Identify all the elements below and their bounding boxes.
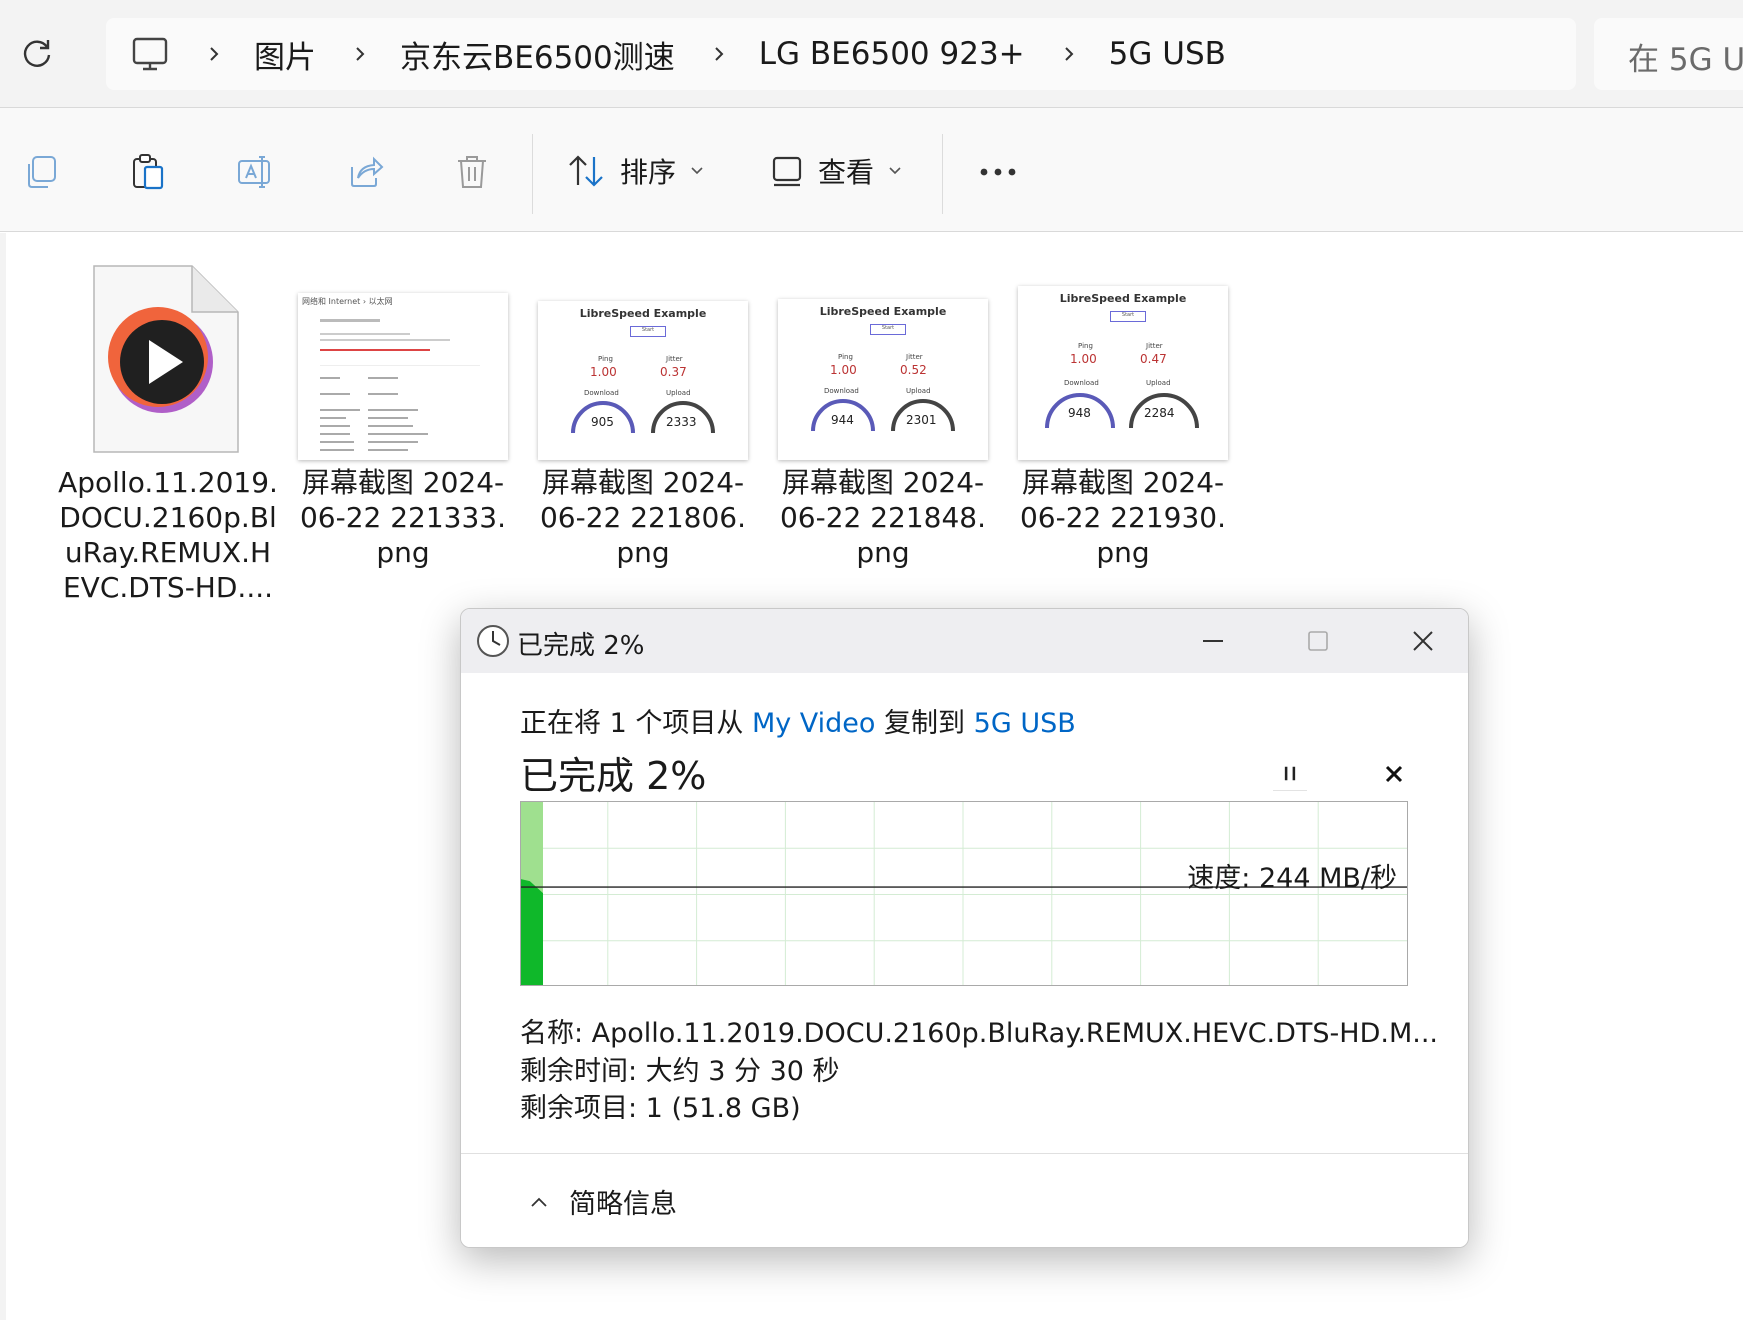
dialog-title-bar: 已完成 2% bbox=[461, 609, 1468, 673]
video-file-icon bbox=[93, 265, 239, 453]
chevron-right-icon[interactable] bbox=[1061, 46, 1077, 62]
thumb-title: LibreSpeed Example bbox=[819, 305, 947, 318]
sort-label: 排序 bbox=[620, 156, 677, 189]
thumb-jitter-label: Jitter bbox=[1146, 342, 1163, 350]
breadcrumb-item-subfolder[interactable]: LG BE6500 923+ bbox=[759, 36, 1025, 72]
breadcrumb[interactable]: 图片 京东云BE6500测速 LG BE6500 923+ 5G USB bbox=[106, 18, 1576, 90]
search-input[interactable]: 在 5G USB bbox=[1594, 18, 1743, 90]
thumb-upload-label: Upload bbox=[906, 387, 931, 395]
thumb-jitter-label: Jitter bbox=[666, 355, 683, 363]
file-name: 屏幕截图 2024-06-22 221806.png bbox=[539, 466, 747, 569]
image-thumbnail: 网络和 Internet › 以太网 bbox=[298, 293, 508, 460]
thumb-jitter-label: Jitter bbox=[906, 353, 923, 361]
progress-status: 已完成 2% bbox=[520, 754, 707, 798]
pause-icon[interactable] bbox=[1273, 757, 1307, 791]
delete-icon[interactable] bbox=[452, 152, 492, 192]
copy-middle: 复制到 bbox=[884, 708, 966, 739]
thumb-header: 网络和 Internet › 以太网 bbox=[302, 297, 393, 306]
copy-progress-dialog: 已完成 2% 正在将 1 个项目从 My Video 复制到 5G USB 已完… bbox=[460, 608, 1469, 1248]
file-name: 屏幕截图 2024-06-22 221333.png bbox=[299, 466, 507, 569]
minimize-icon[interactable] bbox=[1193, 621, 1233, 661]
view-button[interactable]: 查看 bbox=[770, 148, 902, 194]
thumb-title: LibreSpeed Example bbox=[579, 307, 707, 320]
share-icon[interactable] bbox=[344, 152, 384, 192]
cancel-copy-icon[interactable] bbox=[1379, 759, 1409, 789]
view-label: 查看 bbox=[818, 156, 875, 189]
dialog-title: 已完成 2% bbox=[517, 631, 645, 661]
address-bar: 图片 京东云BE6500测速 LG BE6500 923+ 5G USB 在 5… bbox=[0, 0, 1743, 108]
file-name: 屏幕截图 2024-06-22 221848.png bbox=[779, 466, 987, 569]
rename-icon[interactable] bbox=[236, 152, 276, 192]
chevron-down-icon bbox=[691, 167, 703, 175]
thumb-download-label: Download bbox=[584, 389, 619, 397]
thumb-download-label: Download bbox=[824, 387, 859, 395]
copy-prefix: 正在将 1 个项目从 bbox=[520, 708, 744, 739]
graph-throughput-area bbox=[521, 879, 543, 985]
thumb-jitter: 0.37 bbox=[660, 365, 687, 379]
less-info-toggle[interactable]: 简略信息 bbox=[461, 1153, 1468, 1247]
thumb-download-label: Download bbox=[1064, 379, 1099, 387]
thumb-ping-label: Ping bbox=[838, 353, 853, 361]
search-placeholder: 在 5G USB bbox=[1628, 42, 1743, 78]
thumb-jitter: 0.47 bbox=[1140, 352, 1167, 366]
chevron-right-icon[interactable] bbox=[206, 46, 222, 62]
destination-link[interactable]: 5G USB bbox=[974, 708, 1076, 739]
file-name: Apollo.11.2019.DOCU.2160p.BluRay.REMUX.H… bbox=[58, 466, 278, 604]
clock-icon bbox=[477, 625, 509, 657]
image-thumbnail: LibreSpeed Example Start Ping Jitter 1.0… bbox=[538, 301, 748, 460]
thumb-upload-label: Upload bbox=[666, 389, 691, 397]
thumb-upload: 2333 bbox=[666, 415, 697, 429]
thumb-start: Start bbox=[870, 324, 906, 335]
paste-icon[interactable] bbox=[128, 152, 168, 192]
thumb-ping: 1.00 bbox=[590, 365, 617, 379]
transfer-speed-graph: 速度: 244 MB/秒 bbox=[520, 801, 1408, 986]
copy-description: 正在将 1 个项目从 My Video 复制到 5G USB bbox=[520, 701, 1076, 740]
command-bar: 排序 查看 bbox=[0, 108, 1743, 232]
thumb-jitter: 0.52 bbox=[900, 363, 927, 377]
chevron-down-icon bbox=[889, 167, 901, 175]
less-info-label: 简略信息 bbox=[569, 1189, 677, 1220]
divider bbox=[532, 134, 533, 214]
thumb-ping: 1.00 bbox=[1070, 352, 1097, 366]
image-thumbnail: LibreSpeed Example Start Ping Jitter 1.0… bbox=[1018, 286, 1228, 460]
close-icon[interactable] bbox=[1403, 621, 1443, 661]
chevron-up-icon bbox=[531, 1197, 547, 1207]
this-pc-icon[interactable] bbox=[130, 34, 170, 74]
breadcrumb-item-pictures[interactable]: 图片 bbox=[254, 32, 316, 77]
transfer-speed: 速度: 244 MB/秒 bbox=[1187, 863, 1397, 894]
file-name-info: 名称: Apollo.11.2019.DOCU.2160p.BluRay.REM… bbox=[520, 1018, 1439, 1049]
time-remaining: 剩余时间: 大约 3 分 30 秒 bbox=[520, 1056, 840, 1087]
thumb-upload: 2301 bbox=[906, 413, 937, 427]
view-icon bbox=[772, 156, 802, 187]
thumb-upload-label: Upload bbox=[1146, 379, 1171, 387]
file-name: 屏幕截图 2024-06-22 221930.png bbox=[1019, 466, 1227, 569]
thumb-title: LibreSpeed Example bbox=[1059, 292, 1187, 305]
copy-icon[interactable] bbox=[22, 152, 62, 192]
thumb-download: 905 bbox=[591, 415, 614, 429]
thumb-start: Start bbox=[630, 326, 666, 337]
items-remaining: 剩余项目: 1 (51.8 GB) bbox=[520, 1093, 801, 1124]
thumb-ping: 1.00 bbox=[830, 363, 857, 377]
more-options-icon[interactable] bbox=[978, 152, 1018, 192]
sort-button[interactable]: 排序 bbox=[566, 148, 704, 194]
thumb-start: Start bbox=[1110, 311, 1146, 322]
chevron-right-icon[interactable] bbox=[352, 46, 368, 62]
chevron-right-icon[interactable] bbox=[711, 46, 727, 62]
breadcrumb-item-current[interactable]: 5G USB bbox=[1109, 36, 1226, 72]
image-thumbnail: LibreSpeed Example Start Ping Jitter 1.0… bbox=[778, 299, 988, 460]
thumb-ping-label: Ping bbox=[598, 355, 613, 363]
thumb-upload: 2284 bbox=[1144, 406, 1175, 420]
breadcrumb-item-folder[interactable]: 京东云BE6500测速 bbox=[400, 32, 675, 77]
refresh-icon[interactable] bbox=[20, 36, 54, 70]
source-link[interactable]: My Video bbox=[752, 708, 876, 739]
thumb-download: 948 bbox=[1068, 406, 1091, 420]
sort-icon bbox=[569, 155, 603, 187]
thumb-download: 944 bbox=[831, 413, 854, 427]
divider bbox=[942, 134, 943, 214]
thumb-ping-label: Ping bbox=[1078, 342, 1093, 350]
maximize-icon[interactable] bbox=[1298, 621, 1338, 661]
